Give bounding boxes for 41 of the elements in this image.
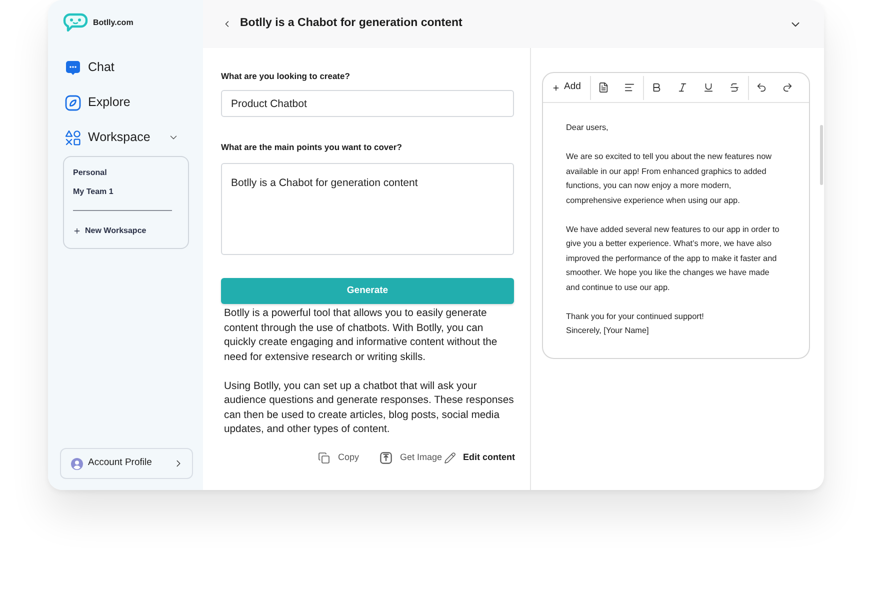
nav-item[interactable]: Chat bbox=[63, 55, 187, 80]
letter-text: Dear users, bbox=[566, 122, 610, 134]
chat-bubble-icon bbox=[65, 60, 81, 76]
result-paragraph: Botlly is a powerful tool that allows you to easily generate content through the use of chatbots. With Botlly, you can quickly create engaging and informative content without the need for extensive research or writing skills. bbox=[224, 307, 498, 364]
result-paragraph: Using Botlly, you can set up a chatbot that will ask your audience questions and generate responses. These responses can then be used to create articles, blog posts, social media updates, and other types of content. bbox=[224, 380, 515, 437]
underline-icon bbox=[703, 82, 714, 93]
pencil-icon bbox=[444, 452, 456, 464]
workspace-nav-item[interactable]: Workspace bbox=[63, 125, 187, 150]
page-title: Botlly is a Chabot for generation content bbox=[240, 16, 462, 32]
field-label: What are the main points you want to cover? bbox=[221, 141, 402, 153]
strikethrough-icon bbox=[729, 82, 740, 93]
account-profile-button[interactable]: Account Profile bbox=[60, 448, 193, 479]
field-label: What are you looking to create? bbox=[221, 70, 350, 82]
logo-text: Botlly.com bbox=[93, 19, 134, 27]
document-icon bbox=[598, 82, 610, 93]
bold-icon bbox=[651, 82, 662, 93]
redo-icon bbox=[782, 82, 794, 93]
letter-text: Sincerely, [Your Name] bbox=[566, 325, 650, 337]
compass-icon bbox=[65, 94, 81, 110]
letter-text: Thank you for your continued support! bbox=[566, 310, 705, 323]
letter-text: We are so excited to tell you about the new features now available in our app! From enhanced graphics to added functions, you can now enjoy a more modern, comprehensive experience when using our app. bbox=[566, 151, 773, 207]
plus-icon bbox=[552, 84, 560, 92]
new-workspace-button[interactable]: New Worksapce bbox=[73, 225, 146, 237]
text-input[interactable]: Product Chatbot bbox=[221, 90, 514, 117]
nav-item[interactable]: Explore bbox=[63, 90, 187, 115]
edit-button[interactable]: Edit content bbox=[444, 450, 515, 466]
copy-button[interactable]: Copy bbox=[318, 450, 359, 466]
image-button[interactable]: Get Image bbox=[380, 450, 442, 466]
copy-icon bbox=[318, 452, 330, 464]
letter-text: We have added several new features to our app in order to give you a better experience. What’s more, we have also improved the performance of the app to make it faster and smoother. We hope you like the changes we have made and continue to use our app. bbox=[566, 224, 780, 294]
italic-icon bbox=[677, 82, 688, 93]
align-left-icon bbox=[624, 82, 636, 93]
shapes-icon bbox=[65, 130, 81, 146]
undo-icon bbox=[756, 82, 768, 93]
user-avatar-icon bbox=[71, 458, 83, 470]
text-area[interactable]: Botlly is a Chabot for generation content bbox=[221, 163, 514, 255]
plus-icon bbox=[73, 227, 81, 235]
team-option[interactable]: Personal bbox=[73, 167, 107, 179]
robot-logo-icon bbox=[63, 13, 88, 33]
team-option[interactable]: My Team 1 bbox=[73, 186, 114, 198]
add-button[interactable]: Add bbox=[551, 78, 582, 98]
